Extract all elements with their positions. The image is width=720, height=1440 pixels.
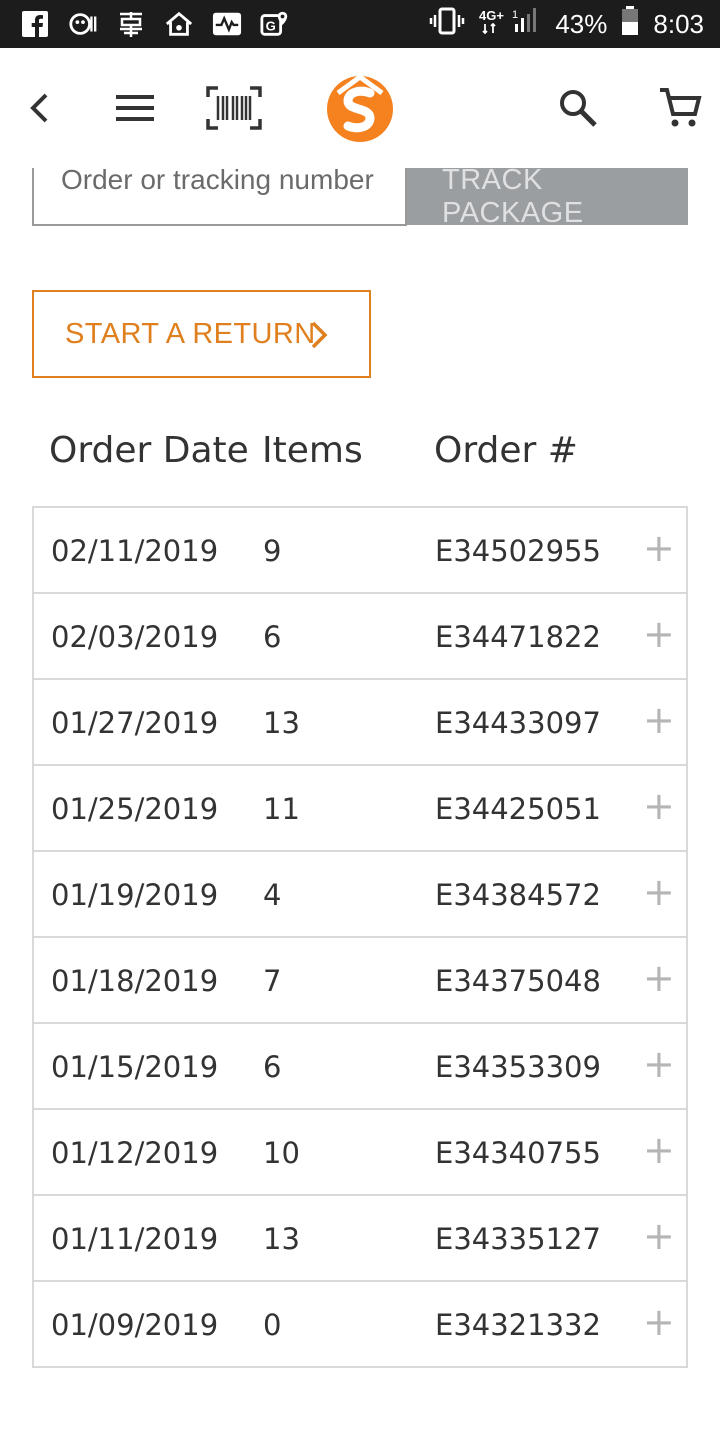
order-items: 11 bbox=[263, 792, 300, 826]
search-button[interactable] bbox=[548, 78, 608, 138]
battery-percent: 43% bbox=[555, 8, 608, 39]
expand-plus-icon[interactable]: + bbox=[643, 1128, 675, 1172]
order-items: 6 bbox=[263, 620, 282, 654]
order-number: E34353309 bbox=[435, 1050, 601, 1084]
expand-plus-icon[interactable]: + bbox=[643, 612, 675, 656]
order-number: E34471822 bbox=[435, 620, 601, 654]
order-number: E34384572 bbox=[435, 878, 601, 912]
table-row[interactable]: 01/12/2019 10 E34340755 + bbox=[34, 1110, 686, 1196]
order-number: E34375048 bbox=[435, 964, 601, 998]
order-items: 13 bbox=[263, 706, 300, 740]
order-items: 9 bbox=[263, 534, 282, 568]
order-number: E34321332 bbox=[435, 1308, 601, 1342]
order-items: 6 bbox=[263, 1050, 282, 1084]
table-row[interactable]: 02/03/2019 6 E34471822 + bbox=[34, 594, 686, 680]
activity-icon bbox=[212, 9, 242, 39]
column-header-items: Items bbox=[262, 430, 363, 471]
table-row[interactable]: 01/25/2019 11 E34425051 + bbox=[34, 766, 686, 852]
chevron-right-icon bbox=[311, 321, 328, 349]
battery-icon bbox=[621, 5, 639, 43]
order-date: 01/12/2019 bbox=[51, 1136, 219, 1170]
order-date: 02/03/2019 bbox=[51, 620, 219, 654]
expand-plus-icon[interactable]: + bbox=[643, 784, 675, 828]
column-header-order-date: Order Date bbox=[49, 430, 249, 471]
expand-plus-icon[interactable]: + bbox=[643, 698, 675, 742]
order-date: 01/19/2019 bbox=[51, 878, 219, 912]
menu-button[interactable] bbox=[105, 78, 165, 138]
order-number: E34433097 bbox=[435, 706, 601, 740]
svg-text:1: 1 bbox=[512, 9, 518, 21]
status-bar: G 4G+ 1 43% 8:03 bbox=[0, 0, 720, 48]
start-return-button[interactable]: START A RETURN bbox=[32, 290, 371, 378]
column-header-order-number: Order # bbox=[434, 430, 578, 471]
signal-icon: 4G+ 1 bbox=[479, 6, 541, 43]
order-date: 02/11/2019 bbox=[51, 534, 219, 568]
order-date: 01/18/2019 bbox=[51, 964, 219, 998]
table-row[interactable]: 01/19/2019 4 E34384572 + bbox=[34, 852, 686, 938]
system-indicators: 4G+ 1 43% 8:03 bbox=[429, 5, 704, 43]
track-package-button[interactable]: TRACK PACKAGE bbox=[407, 164, 688, 229]
svg-text:G: G bbox=[266, 19, 276, 34]
order-date: 01/15/2019 bbox=[51, 1050, 219, 1084]
clock: 8:03 bbox=[653, 8, 704, 39]
table-row[interactable]: 01/09/2019 0 E34321332 + bbox=[34, 1282, 686, 1368]
order-number: E34425051 bbox=[435, 792, 601, 826]
table-row[interactable]: 01/18/2019 7 E34375048 + bbox=[34, 938, 686, 1024]
notification-icons: G bbox=[20, 8, 290, 40]
table-row[interactable]: 01/27/2019 13 E34433097 + bbox=[34, 680, 686, 766]
vibrate-icon bbox=[429, 7, 465, 42]
expand-plus-icon[interactable]: + bbox=[643, 870, 675, 914]
order-date: 01/11/2019 bbox=[51, 1222, 219, 1256]
table-row[interactable]: 02/11/2019 9 E34502955 + bbox=[34, 508, 686, 594]
expand-plus-icon[interactable]: + bbox=[643, 1214, 675, 1258]
brand-logo[interactable] bbox=[323, 70, 397, 144]
expand-plus-icon[interactable]: + bbox=[643, 1300, 675, 1344]
facebook-icon bbox=[20, 9, 50, 39]
barcode-scan-button[interactable] bbox=[204, 78, 264, 138]
order-number: E34335127 bbox=[435, 1222, 601, 1256]
table-row[interactable]: 01/11/2019 13 E34335127 + bbox=[34, 1196, 686, 1282]
order-number: E34502955 bbox=[435, 534, 601, 568]
app-header bbox=[0, 48, 720, 168]
barcode-icon bbox=[206, 86, 262, 130]
order-date: 01/09/2019 bbox=[51, 1308, 219, 1342]
back-button[interactable] bbox=[10, 78, 70, 138]
order-date: 01/25/2019 bbox=[51, 792, 219, 826]
search-icon bbox=[560, 90, 597, 127]
orders-table: 02/11/2019 9 E34502955 + 02/03/2019 6 E3… bbox=[32, 506, 688, 1368]
start-return-label: START A RETURN bbox=[65, 317, 316, 350]
expand-plus-icon[interactable]: + bbox=[643, 526, 675, 570]
tracking-input-placeholder: Order or tracking number bbox=[61, 164, 374, 195]
menu-icon bbox=[116, 95, 154, 121]
order-items: 0 bbox=[263, 1308, 282, 1342]
order-items: 13 bbox=[263, 1222, 300, 1256]
expand-plus-icon[interactable]: + bbox=[643, 956, 675, 1000]
order-items: 10 bbox=[263, 1136, 300, 1170]
tracking-number-input[interactable]: Order or tracking number bbox=[32, 164, 407, 226]
order-items: 4 bbox=[263, 878, 282, 912]
track-package-label: TRACK PACKAGE bbox=[442, 164, 584, 229]
app-icon-2 bbox=[116, 9, 146, 39]
table-row[interactable]: 01/15/2019 6 E34353309 + bbox=[34, 1024, 686, 1110]
order-date: 01/27/2019 bbox=[51, 706, 219, 740]
expand-plus-icon[interactable]: + bbox=[643, 1042, 675, 1086]
back-arrow-icon bbox=[30, 93, 48, 123]
orders-table-header: Order Date Items Order # bbox=[32, 430, 688, 492]
tracking-form: Order or tracking number TRACK PACKAGE bbox=[32, 164, 688, 229]
cart-button[interactable] bbox=[650, 78, 710, 138]
map-icon: G bbox=[260, 9, 290, 39]
home-icon bbox=[164, 9, 194, 39]
cart-icon bbox=[660, 88, 702, 127]
app-icon bbox=[68, 9, 98, 39]
order-number: E34340755 bbox=[435, 1136, 601, 1170]
svg-text:4G+: 4G+ bbox=[479, 8, 504, 23]
order-items: 7 bbox=[263, 964, 282, 998]
